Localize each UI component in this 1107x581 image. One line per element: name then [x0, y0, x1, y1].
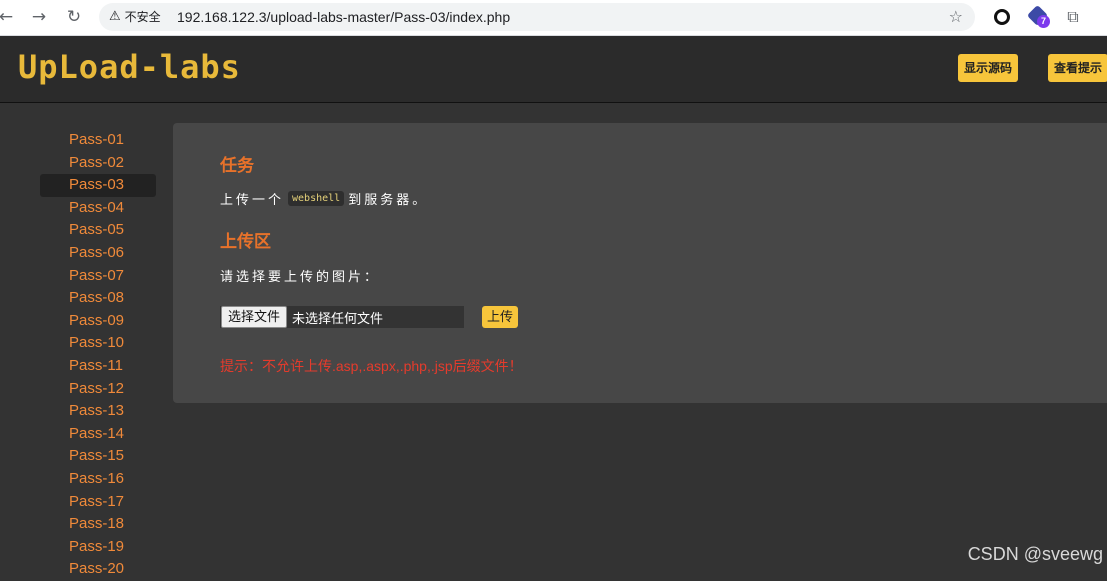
sidebar-item-pass-20[interactable]: Pass-20 [40, 558, 156, 581]
sidebar-item-pass-19[interactable]: Pass-19 [40, 536, 156, 559]
sidebar-item-pass-06[interactable]: Pass-06 [40, 242, 156, 265]
sidebar-item-pass-17[interactable]: Pass-17 [40, 491, 156, 514]
reload-icon[interactable]: ↻ [62, 5, 86, 29]
forward-arrow-icon[interactable]: → [27, 5, 51, 29]
back-arrow-icon[interactable]: ← [0, 5, 18, 29]
browser-toolbar: ← → ↻ ⚠ 不安全 192.168.122.3/upload-labs-ma… [0, 0, 1107, 36]
sidebar-item-pass-05[interactable]: Pass-05 [40, 219, 156, 242]
extension-ring-icon[interactable] [991, 6, 1013, 28]
sidebar-item-pass-14[interactable]: Pass-14 [40, 423, 156, 446]
site-header: UpLoad-labs 显示源码 查看提示 [0, 36, 1107, 103]
sidebar-item-pass-11[interactable]: Pass-11 [40, 355, 156, 378]
sidebar-item-pass-10[interactable]: Pass-10 [40, 332, 156, 355]
error-hint: 提示：不允许上传.asp,.aspx,.php,.jsp后缀文件！ [220, 358, 523, 374]
bookmark-star-icon[interactable]: ☆ [949, 7, 963, 26]
sidebar-item-pass-15[interactable]: Pass-15 [40, 445, 156, 468]
sidebar-item-pass-13[interactable]: Pass-13 [40, 400, 156, 423]
task-text-before: 上传一个 [220, 192, 285, 207]
show-hint-button[interactable]: 查看提示 [1048, 54, 1107, 82]
upload-button[interactable]: 上传 [482, 306, 519, 328]
pass-sidebar: Pass-01 Pass-02 Pass-03 Pass-04 Pass-05 Pass-… [40, 129, 156, 581]
extension-badge-icon[interactable]: 7 [1026, 4, 1051, 28]
task-description: 上传一个 webshell 到服务器。 [220, 189, 428, 208]
no-file-text: 未选择任何文件 [292, 310, 384, 326]
task-text-after: 到服务器。 [348, 192, 429, 207]
watermark: CSDN @sveewg [967, 544, 1103, 564]
sidebar-item-pass-09[interactable]: Pass-09 [40, 310, 156, 333]
sidebar-item-pass-02[interactable]: Pass-02 [40, 152, 156, 175]
sidebar-item-pass-04[interactable]: Pass-04 [40, 197, 156, 220]
file-input[interactable]: 选择文件 未选择任何文件 [220, 306, 464, 328]
warning-icon: ⚠ [109, 9, 121, 24]
task-code: webshell [288, 191, 345, 206]
sidebar-item-pass-16[interactable]: Pass-16 [40, 468, 156, 491]
choose-file-button[interactable]: 选择文件 [221, 306, 288, 328]
main-panel: 任务 上传一个 webshell 到服务器。 上传区 请选择要上传的图片： 选择… [173, 123, 1107, 403]
upload-prompt: 请选择要上传的图片： [220, 269, 381, 284]
sidebar-item-pass-01[interactable]: Pass-01 [40, 129, 156, 152]
sidebar-item-pass-08[interactable]: Pass-08 [40, 287, 156, 310]
site-logo[interactable]: UpLoad-labs [18, 48, 241, 86]
sidebar-item-pass-03[interactable]: Pass-03 [40, 174, 156, 197]
sidebar-item-pass-07[interactable]: Pass-07 [40, 265, 156, 288]
sidebar-item-pass-12[interactable]: Pass-12 [40, 378, 156, 401]
url-text[interactable]: 192.168.122.3/upload-labs-master/Pass-03… [177, 8, 510, 26]
security-indicator[interactable]: ⚠ 不安全 [109, 8, 161, 26]
upload-heading: 上传区 [220, 232, 271, 251]
sidebar-item-pass-18[interactable]: Pass-18 [40, 513, 156, 536]
task-heading: 任务 [220, 156, 254, 175]
show-source-button[interactable]: 显示源码 [958, 54, 1019, 82]
extensions-puzzle-icon[interactable]: ⧉ [1062, 6, 1084, 28]
security-label: 不安全 [124, 10, 161, 24]
address-bar[interactable]: ⚠ 不安全 192.168.122.3/upload-labs-master/P… [99, 3, 975, 31]
